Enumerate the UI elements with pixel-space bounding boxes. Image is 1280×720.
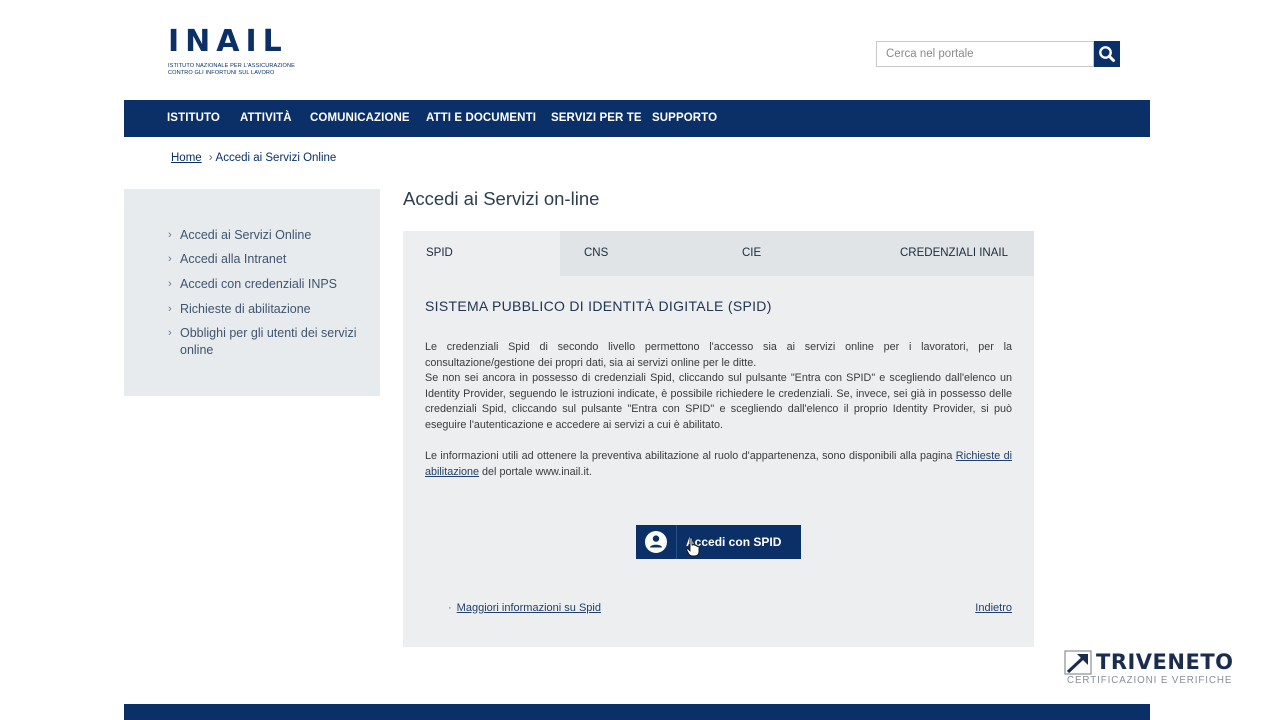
user-icon [645,531,667,553]
chevron-right-icon: › [168,303,172,315]
search-button[interactable] [1094,41,1120,67]
tab-cns[interactable]: CNS [584,231,608,276]
indietro-link[interactable]: Indietro [975,602,1012,614]
search-box [876,41,1120,67]
hand-cursor-icon [686,537,700,557]
panel-title: SISTEMA PUBBLICO DI IDENTITÀ DIGITALE (S… [425,298,772,314]
more-info: · Maggiori informazioni su Spid [448,602,601,614]
button-divider [676,525,677,559]
sidebar-item-label: Richieste di abilitazione [180,302,311,316]
breadcrumb-home-link[interactable]: Home [171,152,202,164]
arrow-logo-icon [1064,650,1092,675]
footer-bar [124,704,1150,720]
chevron-right-icon: › [168,229,172,241]
logo-subtitle-line1: ISTITUTO NAZIONALE PER L'ASSICURAZIONE [168,63,295,69]
tab-credenziali-inail[interactable]: CREDENZIALI INAIL [900,231,1008,276]
chevron-right-icon: › [168,253,172,265]
page-title: Accedi ai Servizi on-line [403,188,600,209]
breadcrumb-separator: › [208,152,213,164]
watermark-subtitle: CERTIFICAZIONI E VERIFICHE [1067,675,1233,686]
sidebar-item-credenziali-inps[interactable]: › Accedi con credenziali INPS [168,276,368,293]
accedi-con-spid-button[interactable]: Accedi con SPID [636,525,801,559]
sidebar-item-label: Accedi ai Servizi Online [180,228,312,242]
logo-wordmark: INAIL [168,24,288,59]
breadcrumb-current: Accedi ai Servizi Online [215,152,337,164]
sidebar-item-obblighi-utenti[interactable]: › Obblighi per gli utenti dei servizi on… [168,325,358,359]
sidebar-item-accedi-servizi-online[interactable]: › Accedi ai Servizi Online [168,227,368,244]
chevron-right-icon: › [168,278,172,290]
spid-description: Le credenziali Spid di secondo livello p… [425,341,1012,369]
nav-item-atti-e-documenti[interactable]: ATTI E DOCUMENTI [426,100,536,137]
auth-tabs: SPID CNS CIE CREDENZIALI INAIL [403,231,1034,276]
sidebar: › Accedi ai Servizi Online › Accedi alla… [124,189,380,396]
search-icon [1099,46,1115,62]
nav-item-comunicazione[interactable]: COMUNICAZIONE [310,100,410,137]
spid-button-label: Accedi con SPID [686,535,782,549]
spid-panel: SISTEMA PUBBLICO DI IDENTITÀ DIGITALE (S… [403,276,1034,647]
logo-subtitle: ISTITUTO NAZIONALE PER L'ASSICURAZIONE C… [168,63,303,76]
nav-item-istituto[interactable]: ISTITUTO [167,100,220,137]
bullet: · [448,602,452,614]
triveneto-watermark: TRIVENETO CERTIFICAZIONI E VERIFICHE [1062,648,1237,690]
search-input[interactable] [876,41,1094,67]
abilitazione-info: Le informazioni utili ad ottenere la pre… [425,449,1012,480]
spid-instructions: Se non sei ancora in possesso di credenz… [425,372,1012,431]
sidebar-item-accedi-intranet[interactable]: › Accedi alla Intranet [168,251,368,268]
inail-logo[interactable]: INAIL ISTITUTO NAZIONALE PER L'ASSICURAZ… [168,27,303,81]
nav-item-attivita[interactable]: ATTIVITÀ [240,100,292,137]
nav-item-servizi-per-te[interactable]: SERVIZI PER TE [551,100,642,137]
sidebar-item-label: Obblighi per gli utenti dei servizi onli… [180,326,357,357]
maggiori-informazioni-spid-link[interactable]: Maggiori informazioni su Spid [457,602,601,614]
nav-item-supporto[interactable]: SUPPORTO [652,100,717,137]
sidebar-item-label: Accedi alla Intranet [180,252,287,266]
abilitazione-text-before: Le informazioni utili ad ottenere la pre… [425,450,956,462]
chevron-right-icon: › [168,327,172,339]
logo-subtitle-line2: CONTRO GLI INFORTUNI SUL LAVORO [168,69,275,76]
breadcrumb: Home › Accedi ai Servizi Online [171,152,336,164]
tab-spid[interactable]: SPID [403,231,560,276]
tab-cie[interactable]: CIE [742,231,761,276]
sidebar-item-label: Accedi con credenziali INPS [180,277,338,291]
abilitazione-text-after: del portale www.inail.it. [479,465,592,478]
main-navbar: ISTITUTO ATTIVITÀ COMUNICAZIONE ATTI E D… [124,100,1150,137]
watermark-brand: TRIVENETO [1096,650,1234,674]
sidebar-item-richieste-abilitazione[interactable]: › Richieste di abilitazione [168,301,368,318]
